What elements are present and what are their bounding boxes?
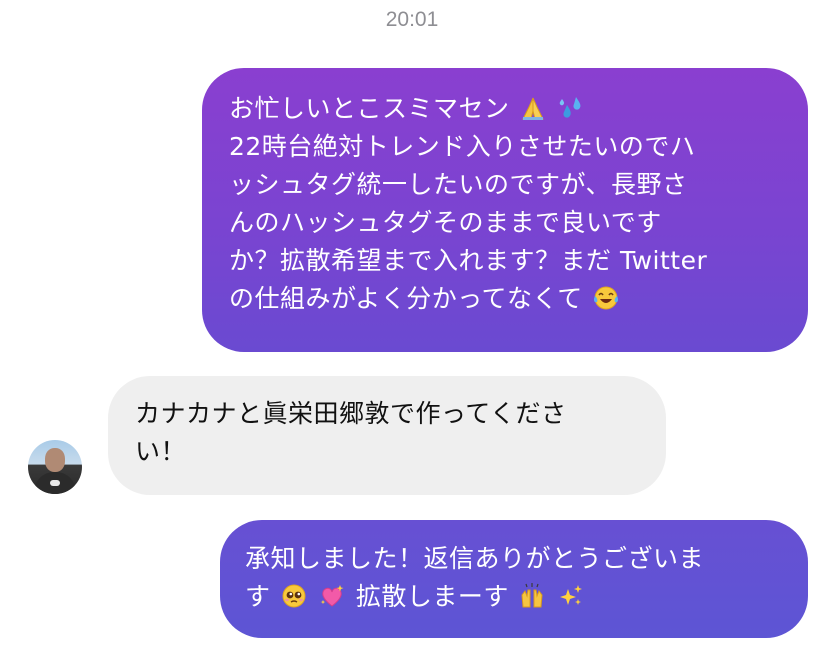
message-line: カナカナと眞栄田郷敦で作ってくださ	[135, 399, 567, 428]
sweat-droplets-icon	[558, 95, 584, 121]
raising-hands-icon	[519, 583, 545, 609]
message-line: の仕組みがよく分かってなくて	[229, 280, 784, 318]
message-line: か？拡散希望まで入れます？まだ Twitter	[229, 246, 708, 275]
contact-avatar[interactable]	[28, 440, 82, 494]
tears-of-joy-icon	[593, 285, 619, 311]
sparkles-icon	[558, 583, 584, 609]
message-line: んのハッシュタグそのままで良いです	[229, 208, 662, 237]
message-text: す	[245, 582, 271, 611]
folded-hands-icon	[520, 95, 546, 121]
message-text: お忙しいとこスミマセン	[229, 94, 510, 123]
message-line: 承知しました！返信ありがとうございま	[245, 544, 705, 573]
sent-message-bubble[interactable]: 承知しました！返信ありがとうございま す 拡散しまーす	[220, 520, 808, 638]
message-line: い！	[135, 437, 187, 466]
message-timestamp: 20:01	[385, 8, 439, 31]
message-text: の仕組みがよく分かってなくて	[229, 284, 583, 313]
sent-message-bubble[interactable]: お忙しいとこスミマセン 22時台絶対トレンド入りさせたいのでハ ッシュタグ統一し…	[202, 68, 808, 352]
message-line: ッシュタグ統一したいのですが、長野さ	[229, 170, 688, 199]
message-line: 22時台絶対トレンド入りさせたいのでハ	[229, 132, 696, 161]
message-text: 拡散しまーす	[355, 582, 509, 611]
message-line: お忙しいとこスミマセン	[229, 90, 784, 128]
message-line: す 拡散しまーす	[245, 578, 788, 616]
pleading-face-icon	[281, 583, 307, 609]
received-message-bubble[interactable]: カナカナと眞栄田郷敦で作ってくださ い！	[108, 376, 666, 495]
sparkling-heart-icon	[319, 583, 345, 609]
